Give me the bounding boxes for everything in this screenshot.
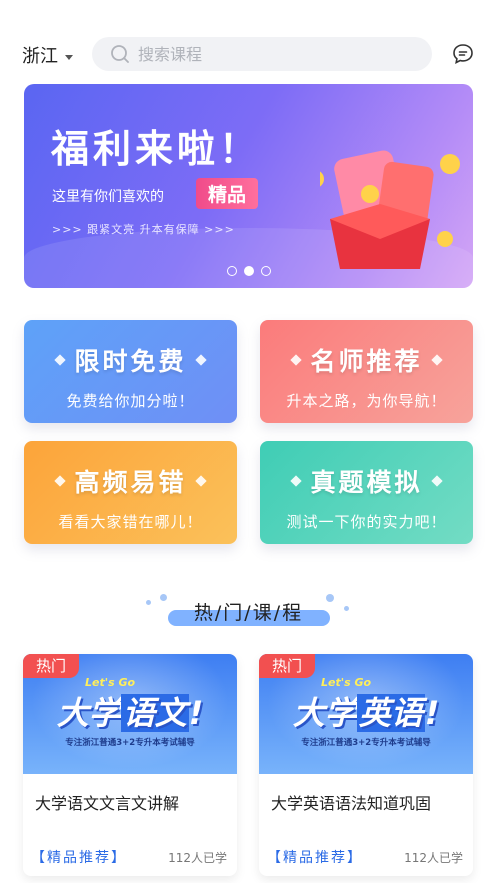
feature-subtitle: 免费给你加分啦！	[66, 392, 195, 410]
course-badge: 【精品推荐】	[267, 850, 363, 866]
cover-title: 大学英语!	[292, 694, 440, 732]
feature-subtitle: 测试一下你的实力吧！	[286, 513, 447, 531]
feature-title: 高频易错	[74, 468, 187, 497]
diamond-icon	[430, 354, 443, 366]
feature-card-famous-teacher[interactable]: 名师推荐 升本之路，为你导航！	[260, 320, 473, 423]
banner-slogan: >>> 跟紧文亮 升本有保障 >>>	[52, 223, 235, 236]
banner-dot[interactable]	[227, 266, 237, 276]
feature-card-frequent-errors[interactable]: 高频易错 看看大家错在哪儿！	[24, 441, 237, 544]
cover-subtitle: 专注浙江普通3+2专升本考试辅导	[65, 738, 195, 748]
feature-title: 真题模拟	[310, 468, 423, 497]
gift-box-illustration	[320, 150, 460, 269]
cover-title: 大学语文!	[56, 694, 204, 732]
course-name: 大学英语语法知道巩固	[271, 794, 432, 813]
banner-tag: 精品	[196, 178, 259, 209]
banner-dot-active[interactable]	[244, 266, 254, 276]
region-label: 浙江	[22, 46, 58, 67]
course-card[interactable]: 热门 Let's Go 大学英语! 专注浙江普通3+2专升本考试辅导 大学英语语…	[259, 654, 473, 876]
diamond-icon	[194, 475, 207, 487]
cover-subtitle: 专注浙江普通3+2专升本考试辅导	[301, 738, 431, 748]
header: 浙江	[0, 0, 497, 90]
feature-subtitle: 看看大家错在哪儿！	[58, 513, 203, 531]
course-badge: 【精品推荐】	[31, 850, 127, 866]
search-input[interactable]	[138, 44, 388, 64]
feature-title: 名师推荐	[310, 347, 423, 376]
region-selector[interactable]: 浙江	[22, 42, 73, 68]
feature-card-limited-free[interactable]: 限时免费 免费给你加分啦！	[24, 320, 237, 423]
feature-card-mock-exam[interactable]: 真题模拟 测试一下你的实力吧！	[260, 441, 473, 544]
banner-pagination	[227, 266, 271, 276]
caret-down-icon	[65, 54, 73, 60]
hot-badge: 热门	[259, 654, 315, 678]
feature-title: 限时免费	[74, 347, 187, 376]
hot-badge: 热门	[23, 654, 79, 678]
search-bar[interactable]	[92, 37, 432, 71]
promo-banner[interactable]: 福利来啦！ 这里有你们喜欢的 精品 >>> 跟紧文亮 升本有保障 >>>	[24, 84, 473, 288]
diamond-icon	[54, 475, 67, 487]
course-learner-count: 112人已学	[404, 851, 463, 865]
course-learner-count: 112人已学	[168, 851, 227, 865]
feature-subtitle: 升本之路，为你导航！	[286, 392, 447, 410]
banner-subtitle: 这里有你们喜欢的	[52, 189, 164, 205]
section-title: 热/门/课/程	[193, 602, 304, 624]
course-name: 大学语文文言文讲解	[35, 794, 180, 813]
course-card[interactable]: 热门 Let's Go 大学语文! 专注浙江普通3+2专升本考试辅导 大学语文文…	[23, 654, 237, 876]
banner-dot[interactable]	[261, 266, 271, 276]
diamond-icon	[290, 475, 303, 487]
course-cover: 热门 Let's Go 大学英语! 专注浙江普通3+2专升本考试辅导	[259, 654, 473, 774]
course-cover: 热门 Let's Go 大学语文! 专注浙江普通3+2专升本考试辅导	[23, 654, 237, 774]
message-icon[interactable]	[452, 43, 474, 65]
diamond-icon	[54, 354, 67, 366]
search-icon	[111, 45, 129, 63]
diamond-icon	[430, 475, 443, 487]
diamond-icon	[194, 354, 207, 366]
section-header-hot-courses: 热/门/课/程	[140, 590, 357, 630]
diamond-icon	[290, 354, 303, 366]
banner-title: 福利来啦！	[51, 127, 262, 171]
